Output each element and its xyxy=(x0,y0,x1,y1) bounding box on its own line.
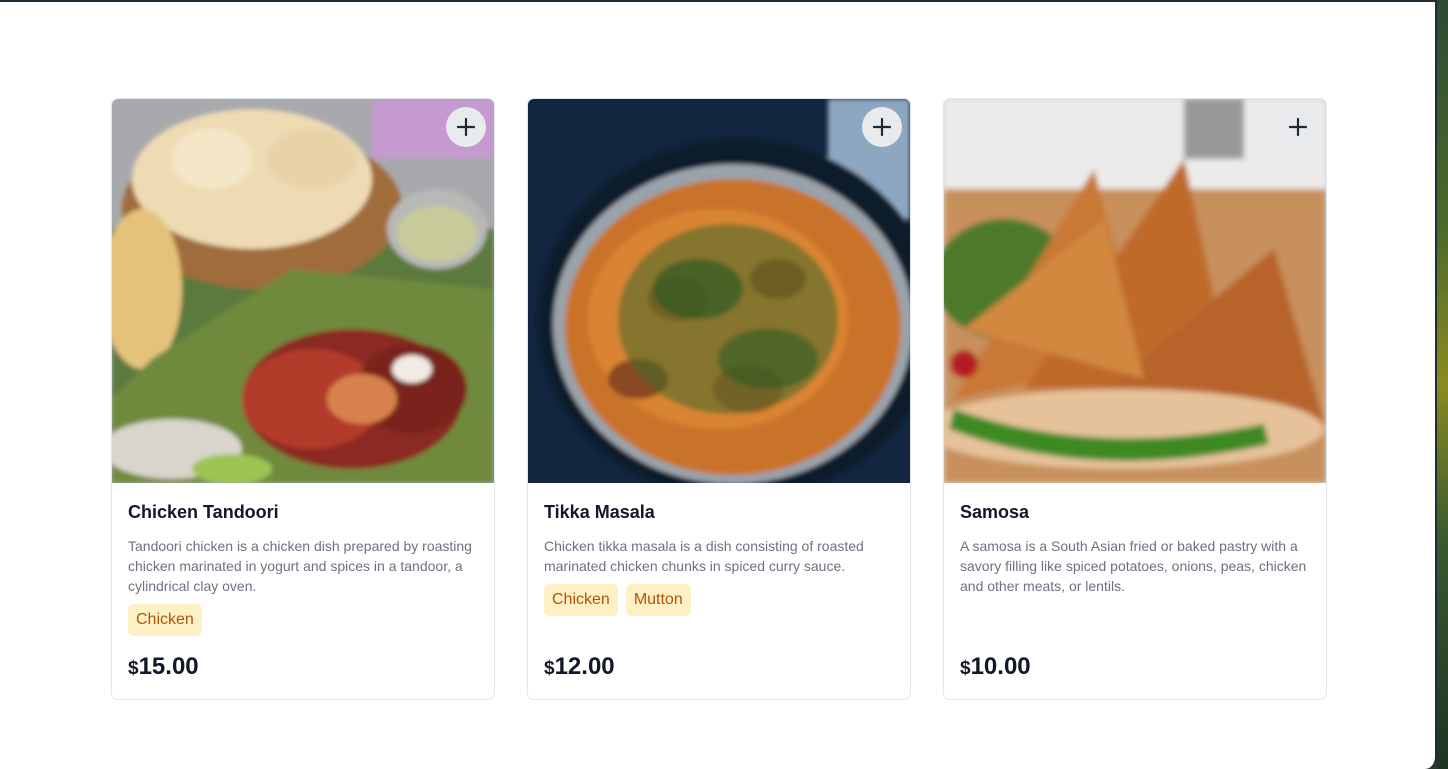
chicken-tandoori-photo xyxy=(112,99,494,483)
product-body: Samosa A samosa is a South Asian fried o… xyxy=(944,483,1326,699)
tag-badge: Chicken xyxy=(128,604,202,636)
product-body: Chicken Tandoori Tandoori chicken is a c… xyxy=(112,483,494,699)
add-to-cart-button[interactable] xyxy=(862,107,902,147)
product-description: Tandoori chicken is a chicken dish prepa… xyxy=(128,538,472,594)
samosa-photo xyxy=(944,99,1326,483)
product-image xyxy=(528,99,910,483)
tag-badge: Mutton xyxy=(625,584,691,616)
product-body: Tikka Masala Chicken tikka masala is a d… xyxy=(528,483,910,699)
product-card: Chicken Tandoori Tandoori chicken is a c… xyxy=(111,98,495,700)
plus-icon xyxy=(1288,117,1308,137)
product-price: $15.00 xyxy=(128,653,199,681)
tag-list: Chicken xyxy=(128,604,202,636)
product-title: Chicken Tandoori xyxy=(128,502,279,522)
product-description: Chicken tikka masala is a dish consistin… xyxy=(544,538,864,574)
currency-symbol: $ xyxy=(544,658,555,679)
price-amount: 10.00 xyxy=(970,653,1031,680)
add-to-cart-button[interactable] xyxy=(1278,107,1318,147)
tikka-masala-photo xyxy=(528,99,910,483)
plus-icon xyxy=(456,117,476,137)
currency-symbol: $ xyxy=(128,658,139,679)
price-amount: 12.00 xyxy=(554,653,615,680)
product-description: A samosa is a South Asian fried or baked… xyxy=(960,538,1307,594)
product-price: $10.00 xyxy=(960,653,1031,681)
product-image xyxy=(944,99,1326,483)
product-image xyxy=(112,99,494,483)
price-amount: 15.00 xyxy=(138,653,199,680)
tag-badge: Chicken xyxy=(544,584,618,616)
product-title: Tikka Masala xyxy=(544,502,655,522)
product-price: $12.00 xyxy=(544,653,615,681)
product-card: Samosa A samosa is a South Asian fried o… xyxy=(943,98,1327,700)
currency-symbol: $ xyxy=(960,658,971,679)
plus-icon xyxy=(872,117,892,137)
browser-window: Chicken Tandoori Tandoori chicken is a c… xyxy=(0,0,1437,769)
tag-list: Chicken Mutton xyxy=(544,584,691,616)
product-card: Tikka Masala Chicken tikka masala is a d… xyxy=(527,98,911,700)
add-to-cart-button[interactable] xyxy=(446,107,486,147)
desktop-background xyxy=(1437,0,1448,769)
product-title: Samosa xyxy=(960,502,1030,522)
